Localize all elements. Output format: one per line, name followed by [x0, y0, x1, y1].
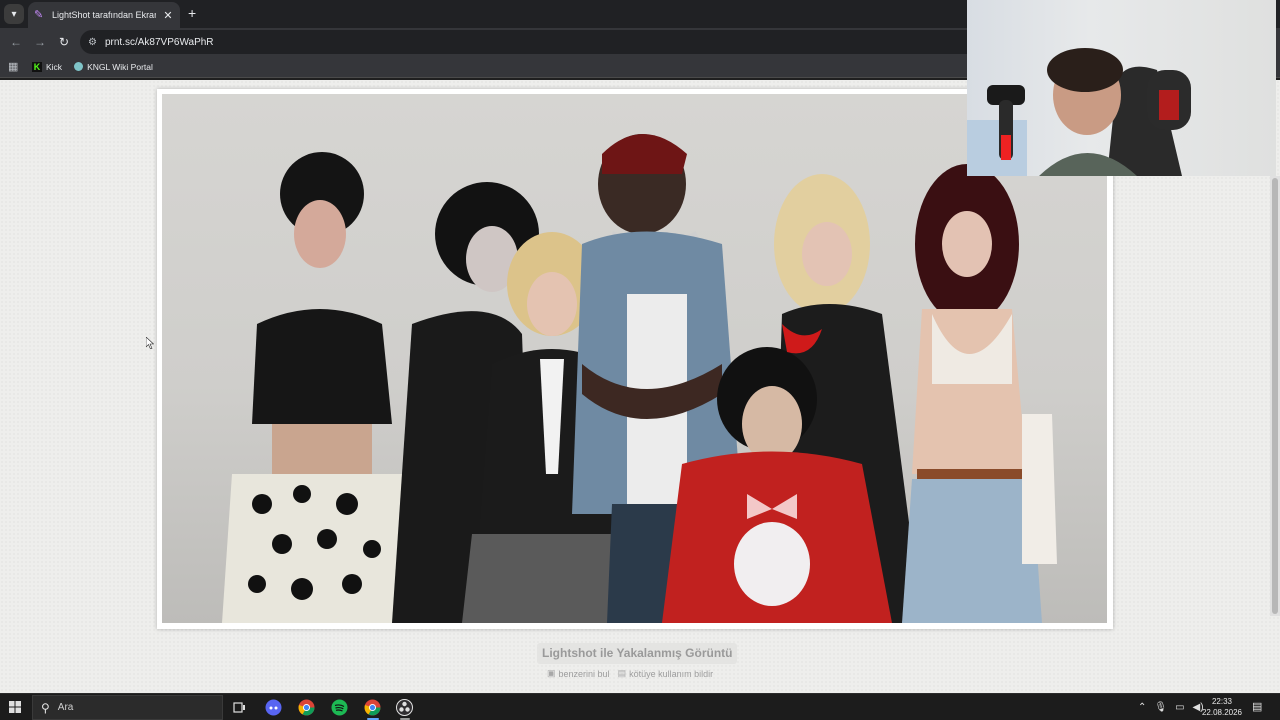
report-icon: ▤	[617, 668, 627, 678]
image-actions: ▣ benzerini bul ▤ kötüye kullanım bildir	[547, 668, 713, 679]
webcam-feed	[967, 48, 1191, 176]
new-tab-button[interactable]: +	[188, 5, 196, 21]
bookmark-kngl-wiki[interactable]: KNGL Wiki Portal	[74, 62, 153, 72]
action-label: benzerini bul	[558, 668, 610, 679]
task-view-icon[interactable]	[231, 699, 248, 716]
discord-icon[interactable]	[265, 699, 282, 716]
tab-lightshot[interactable]: ✎ LightShot tarafından Ekran Görüntüsü ✕	[28, 2, 180, 28]
search-icon: ⚲	[41, 700, 50, 715]
chevron-down-icon: ▾	[11, 8, 17, 20]
network-icon[interactable]: ▭	[1175, 702, 1184, 713]
find-similar-link[interactable]: ▣ benzerini bul	[547, 668, 610, 679]
kick-logo-icon: K	[32, 61, 42, 72]
lightshot-feather-icon: ✎	[34, 9, 44, 21]
mouse-cursor-icon	[146, 337, 154, 349]
search-placeholder: Ara	[57, 702, 74, 713]
chrome-icon[interactable]	[298, 699, 315, 716]
microphone-icon[interactable]: 🎙︎	[1154, 702, 1167, 713]
clock-date: 22.08.2026	[1201, 708, 1243, 717]
chrome-icon[interactable]	[364, 699, 381, 716]
close-icon[interactable]: ✕	[162, 9, 174, 22]
spotify-icon[interactable]	[331, 699, 348, 716]
windows-start-icon[interactable]	[9, 701, 21, 713]
tab-title: LightShot tarafından Ekran Görüntüsü	[52, 10, 156, 20]
page-scrollbar[interactable]	[1270, 176, 1280, 616]
scrollbar-thumb[interactable]	[1272, 178, 1278, 614]
taskbar-clock[interactable]: 22:33 22.08.2026	[1200, 696, 1244, 718]
forward-arrow-icon[interactable]: →	[32, 34, 48, 50]
bookmark-kick[interactable]: K Kick	[32, 61, 63, 72]
figure-7	[902, 164, 1057, 623]
bookmark-label: KNGL Wiki Portal	[87, 61, 153, 72]
camera-icon: ▣	[547, 668, 556, 678]
webcam-overlay	[967, 0, 1276, 176]
site-info-icon[interactable]: ⚙	[88, 37, 97, 48]
url-text: prnt.sc/Ak87VP6WaPhR	[104, 36, 214, 48]
globe-icon	[74, 62, 84, 71]
bookmark-label: Kick	[46, 61, 63, 72]
notification-icon[interactable]: ▤	[1252, 700, 1262, 713]
taskbar-search[interactable]: ⚲ Ara	[32, 695, 223, 720]
report-abuse-link[interactable]: ▤ kötüye kullanım bildir	[618, 668, 714, 679]
system-tray: ⌃ 🎙︎ ▭ ◀)	[1138, 694, 1204, 720]
reload-icon[interactable]: ↻	[56, 34, 72, 50]
page-caption: Lightshot ile Yakalanmış Görüntü	[537, 643, 738, 664]
screenshot-image[interactable]	[162, 94, 1107, 623]
back-arrow-icon[interactable]: ←	[8, 34, 24, 50]
action-label: kötüye kullanım bildir	[629, 668, 714, 679]
obs-icon[interactable]	[396, 699, 413, 716]
tab-search-button[interactable]: ▾	[4, 4, 24, 24]
apps-grid-icon[interactable]: ▦	[8, 60, 20, 73]
figure-1	[222, 152, 412, 623]
windows-taskbar: ⚲ Ara ⌃ 🎙︎ ▭ ◀) 22:33 22.08.2026 ▤	[0, 693, 1280, 720]
clock-time: 22:33	[1211, 697, 1233, 706]
chevron-up-icon[interactable]: ⌃	[1138, 702, 1146, 713]
group-portrait-illustration	[222, 134, 1057, 623]
